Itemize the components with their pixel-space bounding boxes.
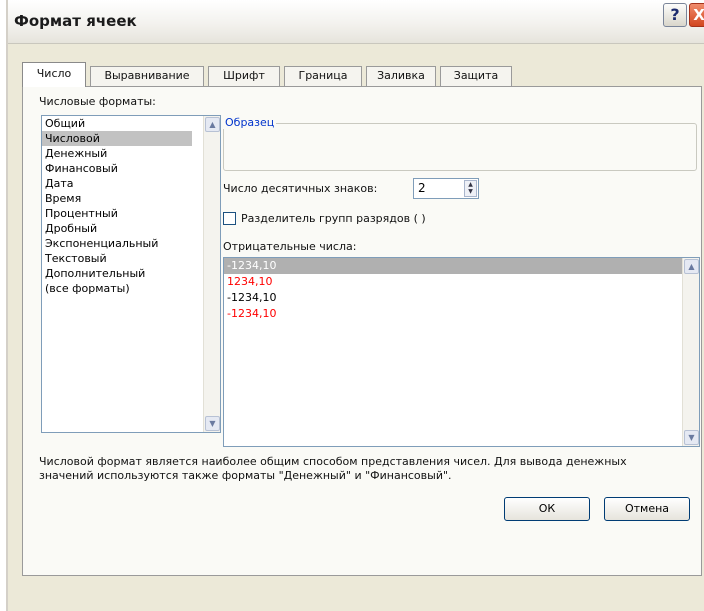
tab-border[interactable]: Граница [284,66,362,86]
spin-arrows-icon[interactable]: ▲ ▼ [464,180,477,197]
negative-format-item[interactable]: -1234,10 [224,290,682,306]
decimal-places-input[interactable]: 2 ▲ ▼ [413,178,479,199]
format-item-currency[interactable]: Денежный [42,146,192,161]
negative-format-item[interactable]: -1234,10 [224,258,682,274]
negative-format-item[interactable]: 1234,10 [224,274,682,290]
tab-alignment[interactable]: Выравнивание [90,66,204,86]
number-formats-list[interactable]: Общий Числовой Денежный Финансовый Дата … [41,115,221,433]
number-tab-panel: Числовые форматы: Общий Числовой Денежны… [22,86,702,576]
format-description: Числовой формат является наиболее общим … [39,455,627,482]
format-item-special[interactable]: Дополнительный [42,266,192,281]
tab-font[interactable]: Шрифт [208,66,280,86]
ok-button[interactable]: ОК [504,497,590,521]
chevron-up-icon[interactable]: ▲ [684,259,699,274]
format-item-accounting[interactable]: Финансовый [42,161,192,176]
cancel-button[interactable]: Отмена [604,497,690,521]
format-item-general[interactable]: Общий [42,116,192,131]
dialog-title: Формат ячеек [14,12,137,30]
decimal-places-value: 2 [418,181,426,195]
sample-label: Образец [223,116,277,129]
help-button[interactable]: ? [663,3,687,27]
thousands-separator-label: Разделитель групп разрядов ( ) [241,212,426,225]
chevron-up-icon[interactable]: ▲ [205,117,220,132]
negative-scrollbar[interactable]: ▲ ▼ [682,258,699,446]
tab-number[interactable]: Число [22,62,86,87]
close-button[interactable]: X [689,3,704,27]
formats-scrollbar[interactable]: ▲ ▼ [203,116,220,432]
negative-numbers-list[interactable]: -1234,10 1234,10 -1234,10 -1234,10 ▲ ▼ [223,257,700,447]
format-item-date[interactable]: Дата [42,176,192,191]
format-item-time[interactable]: Время [42,191,192,206]
format-item-scientific[interactable]: Экспоненциальный [42,236,192,251]
negative-numbers-label: Отрицательные числа: [223,240,357,253]
format-item-number[interactable]: Числовой [42,131,192,146]
chevron-down-icon[interactable]: ▼ [205,416,220,431]
number-formats-label: Числовые форматы: [39,95,156,108]
format-item-text[interactable]: Текстовый [42,251,192,266]
sample-box [223,123,697,171]
decimal-places-label: Число десятичных знаков: [223,182,378,195]
tab-fill[interactable]: Заливка [366,66,436,86]
tab-protection[interactable]: Защита [440,66,512,86]
format-item-custom[interactable]: (все форматы) [42,281,192,296]
negative-format-item[interactable]: -1234,10 [224,306,682,322]
format-item-percentage[interactable]: Процентный [42,206,192,221]
thousands-separator-checkbox[interactable] [223,212,236,225]
title-bar[interactable]: Формат ячеек ? X [8,0,704,44]
format-item-fraction[interactable]: Дробный [42,221,192,236]
format-cells-dialog: Формат ячеек ? X Число Выравнивание Шриф… [6,0,704,611]
chevron-down-icon[interactable]: ▼ [684,430,699,445]
